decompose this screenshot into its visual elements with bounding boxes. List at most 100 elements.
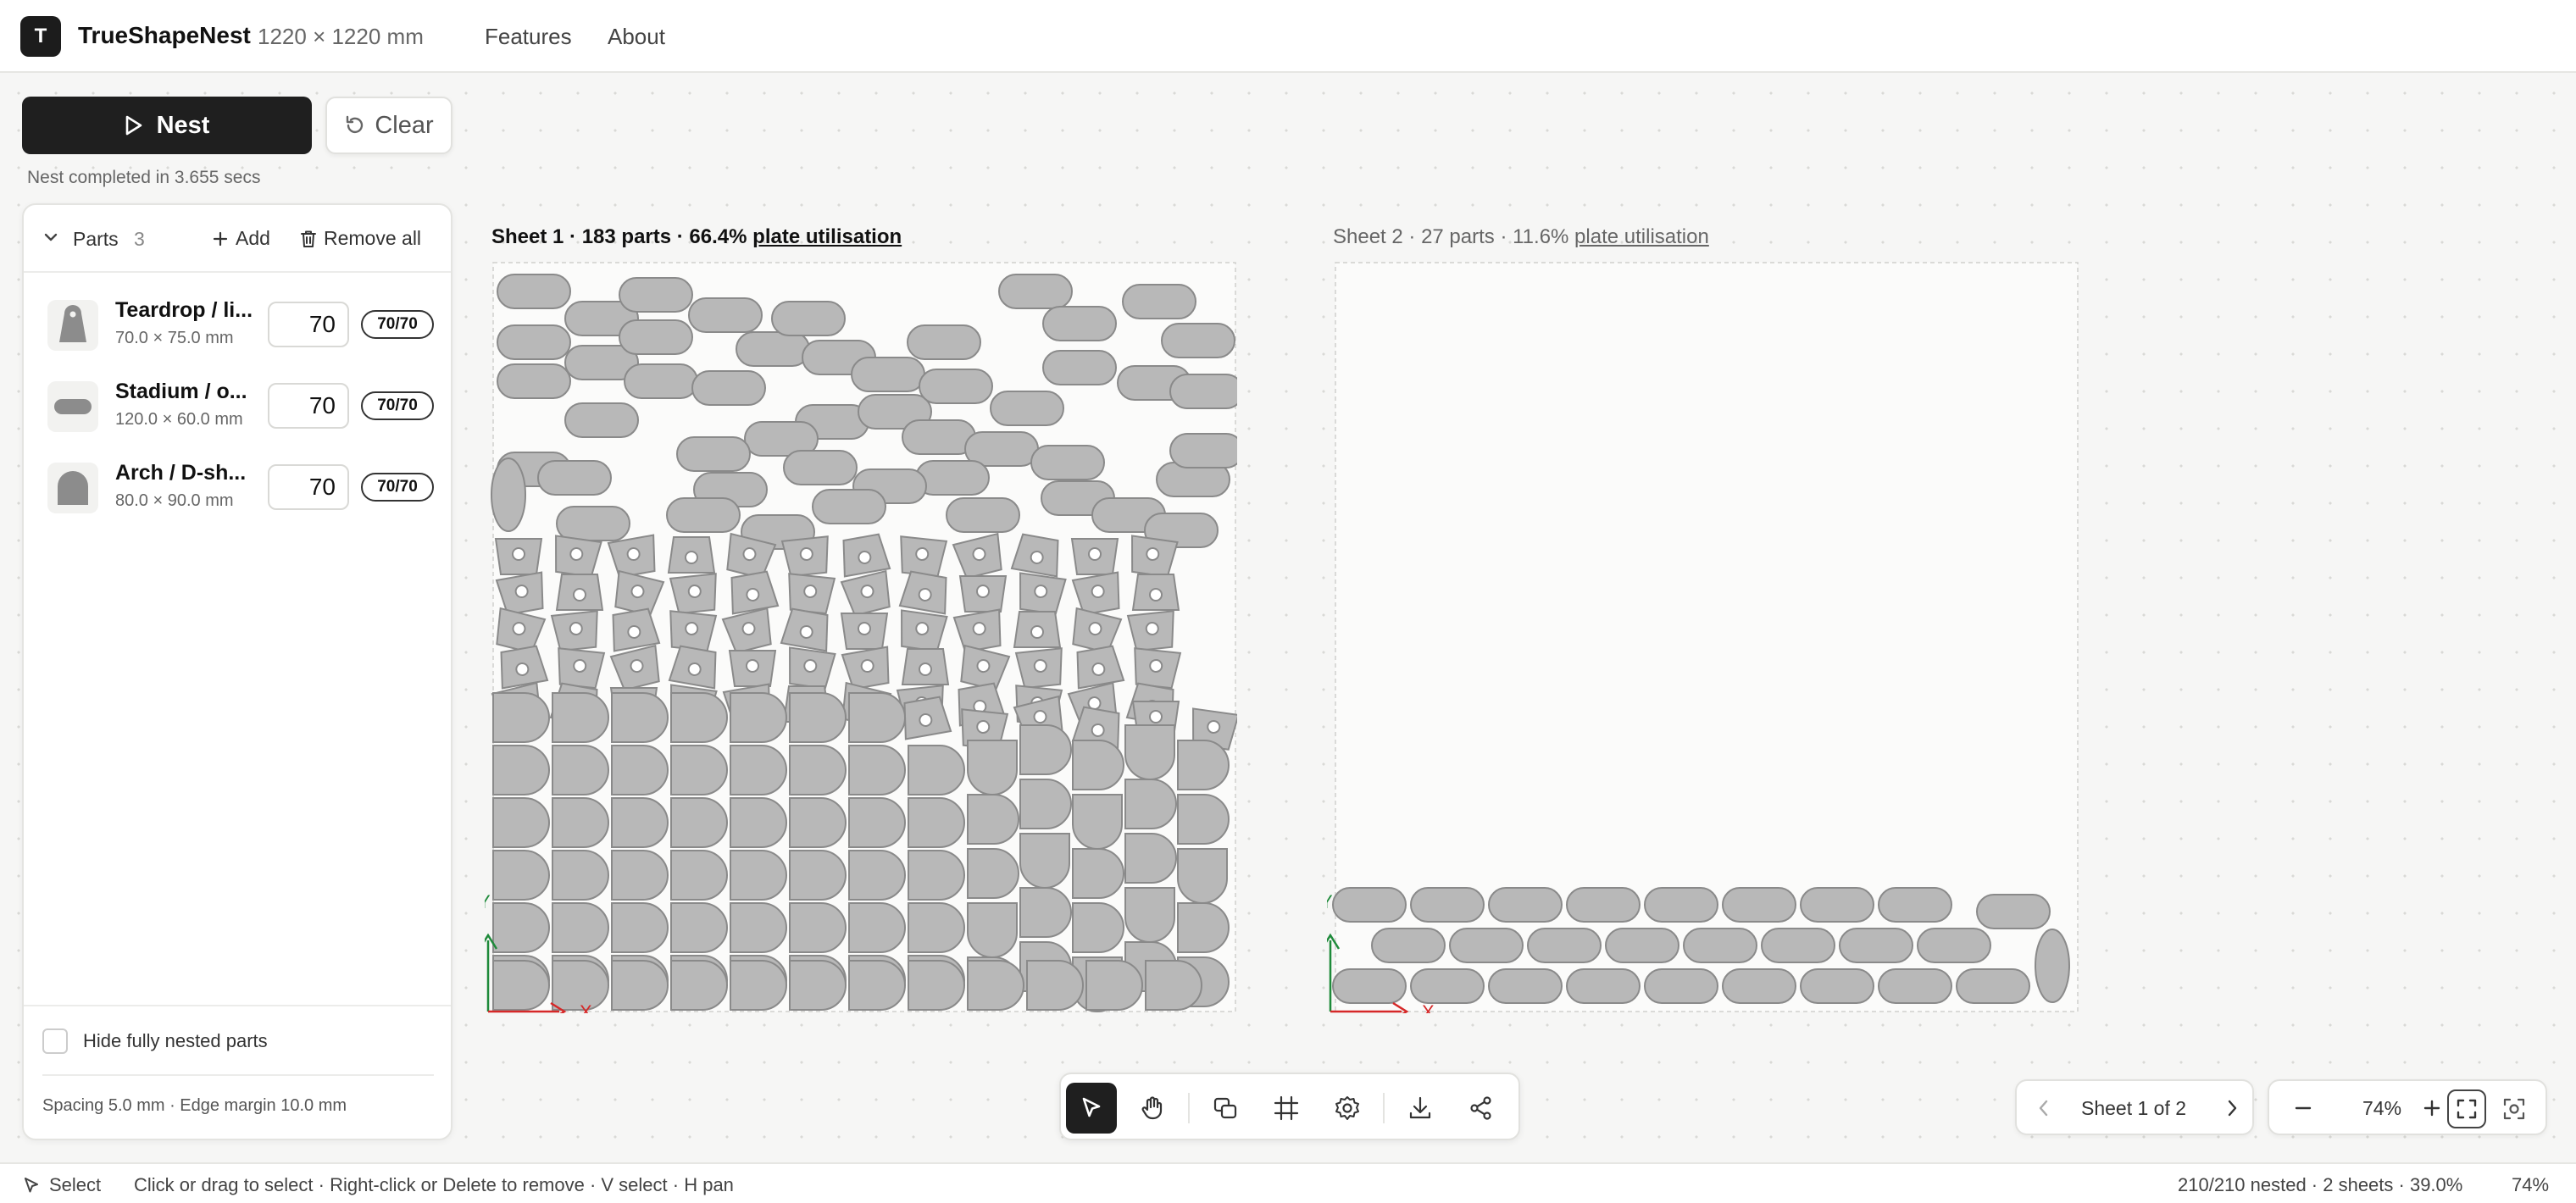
arch-part[interactable] (670, 692, 728, 743)
teardrop-part[interactable] (555, 647, 606, 690)
arch-part[interactable] (848, 745, 906, 796)
chevron-right-icon[interactable] (2222, 1096, 2242, 1120)
stadium-part[interactable] (851, 357, 925, 392)
arch-part[interactable] (670, 850, 728, 901)
stadium-part[interactable] (619, 319, 693, 355)
part-row[interactable]: Arch / D-sh... 80.0 × 90.0 mm 70/70 (24, 449, 451, 525)
arch-part[interactable] (1124, 724, 1175, 780)
arch-part[interactable] (1072, 848, 1124, 899)
select-tool-icon[interactable] (1066, 1083, 1117, 1134)
arch-part[interactable] (1019, 779, 1072, 829)
arch-part[interactable] (492, 902, 550, 953)
sheet-1-label[interactable]: Sheet 1 · 183 parts · 66.4% plate utilis… (491, 225, 902, 249)
arch-part[interactable] (848, 902, 906, 953)
arch-part[interactable] (848, 850, 906, 901)
arch-part[interactable] (1072, 902, 1124, 953)
nest-button[interactable]: Nest (22, 97, 312, 154)
sheet-2-canvas[interactable]: YX (1327, 261, 2079, 1013)
arch-part[interactable] (967, 740, 1018, 796)
arch-part[interactable] (492, 850, 550, 901)
stadium-part[interactable] (619, 277, 693, 313)
stadium-part[interactable] (990, 391, 1064, 426)
arch-part[interactable] (789, 850, 847, 901)
add-part-button[interactable]: Add (212, 227, 270, 250)
arch-part[interactable] (611, 745, 669, 796)
arch-part[interactable] (789, 960, 847, 1011)
arch-part[interactable] (670, 902, 728, 953)
teardrop-part[interactable] (780, 535, 831, 578)
arch-part[interactable] (492, 797, 550, 848)
part-quantity-input[interactable] (268, 464, 349, 510)
stadium-part[interactable] (2035, 929, 2070, 1003)
stadium-part[interactable] (1605, 928, 1679, 963)
arch-part[interactable] (789, 745, 847, 796)
arch-part[interactable] (730, 902, 787, 953)
arch-part[interactable] (967, 960, 1024, 1011)
teardrop-part[interactable] (785, 646, 836, 690)
arch-part[interactable] (1085, 960, 1143, 1011)
grid-icon[interactable] (1261, 1083, 1312, 1134)
arch-part[interactable] (1124, 833, 1177, 884)
arch-part[interactable] (1177, 794, 1230, 845)
share-icon[interactable] (1456, 1083, 1507, 1134)
part-row[interactable]: Teardrop / li... 70.0 × 75.0 mm 70/70 (24, 286, 451, 363)
arch-part[interactable] (908, 960, 965, 1011)
part-row[interactable]: Stadium / o... 120.0 × 60.0 mm 70/70 (24, 368, 451, 444)
arch-part[interactable] (611, 850, 669, 901)
teardrop-part[interactable] (1131, 647, 1182, 690)
stadium-part[interactable] (676, 436, 751, 472)
arch-part[interactable] (908, 850, 965, 901)
sheet-1-utilisation-link[interactable]: plate utilisation (752, 225, 902, 248)
arch-part[interactable] (908, 745, 965, 796)
stadium-part[interactable] (1169, 374, 1237, 409)
stadium-part[interactable] (1722, 887, 1796, 923)
stadium-part[interactable] (1644, 968, 1718, 1004)
overlap-icon[interactable] (1200, 1083, 1251, 1134)
stadium-part[interactable] (1917, 928, 1991, 963)
arch-part[interactable] (730, 850, 787, 901)
stadium-part[interactable] (783, 450, 858, 485)
arch-part[interactable] (967, 794, 1019, 845)
arch-part[interactable] (492, 692, 550, 743)
stadium-part[interactable] (1449, 928, 1524, 963)
arch-part[interactable] (1177, 740, 1230, 790)
stadium-part[interactable] (666, 497, 741, 533)
hide-nested-checkbox[interactable] (42, 1028, 68, 1054)
arch-part[interactable] (730, 745, 787, 796)
arch-part[interactable] (670, 960, 728, 1011)
stadium-part[interactable] (491, 457, 526, 532)
chevron-left-icon[interactable] (2034, 1096, 2054, 1120)
stadium-part[interactable] (497, 363, 571, 399)
nav-features[interactable]: Features (485, 24, 572, 50)
stadium-part[interactable] (1161, 323, 1235, 358)
stadium-part[interactable] (624, 363, 698, 399)
stadium-part[interactable] (1042, 350, 1117, 385)
arch-part[interactable] (848, 692, 906, 743)
stadium-part[interactable] (1122, 284, 1196, 319)
arch-part[interactable] (611, 692, 669, 743)
stadium-part[interactable] (1042, 306, 1117, 341)
part-quantity-input[interactable] (268, 302, 349, 347)
stadium-part[interactable] (537, 460, 612, 496)
arch-part[interactable] (789, 692, 847, 743)
zoom-in-icon[interactable] (2420, 1096, 2444, 1120)
stadium-part[interactable] (1956, 968, 2030, 1004)
teardrop-part[interactable] (667, 536, 716, 574)
arch-part[interactable] (611, 902, 669, 953)
stadium-part[interactable] (1332, 968, 1407, 1004)
stadium-part[interactable] (1566, 968, 1641, 1004)
arch-part[interactable] (552, 692, 609, 743)
stadium-part[interactable] (907, 324, 981, 360)
arch-part[interactable] (730, 692, 787, 743)
stadium-part[interactable] (1169, 433, 1237, 468)
teardrop-part[interactable] (897, 609, 948, 652)
stadium-part[interactable] (1761, 928, 1835, 963)
arch-part[interactable] (730, 960, 787, 1011)
stadium-part[interactable] (1839, 928, 1913, 963)
arch-part[interactable] (1145, 960, 1202, 1011)
stadium-part[interactable] (691, 370, 766, 406)
stadium-part[interactable] (1527, 928, 1602, 963)
arch-part[interactable] (1019, 833, 1070, 889)
stadium-part[interactable] (1683, 928, 1757, 963)
arch-part[interactable] (1124, 779, 1177, 829)
